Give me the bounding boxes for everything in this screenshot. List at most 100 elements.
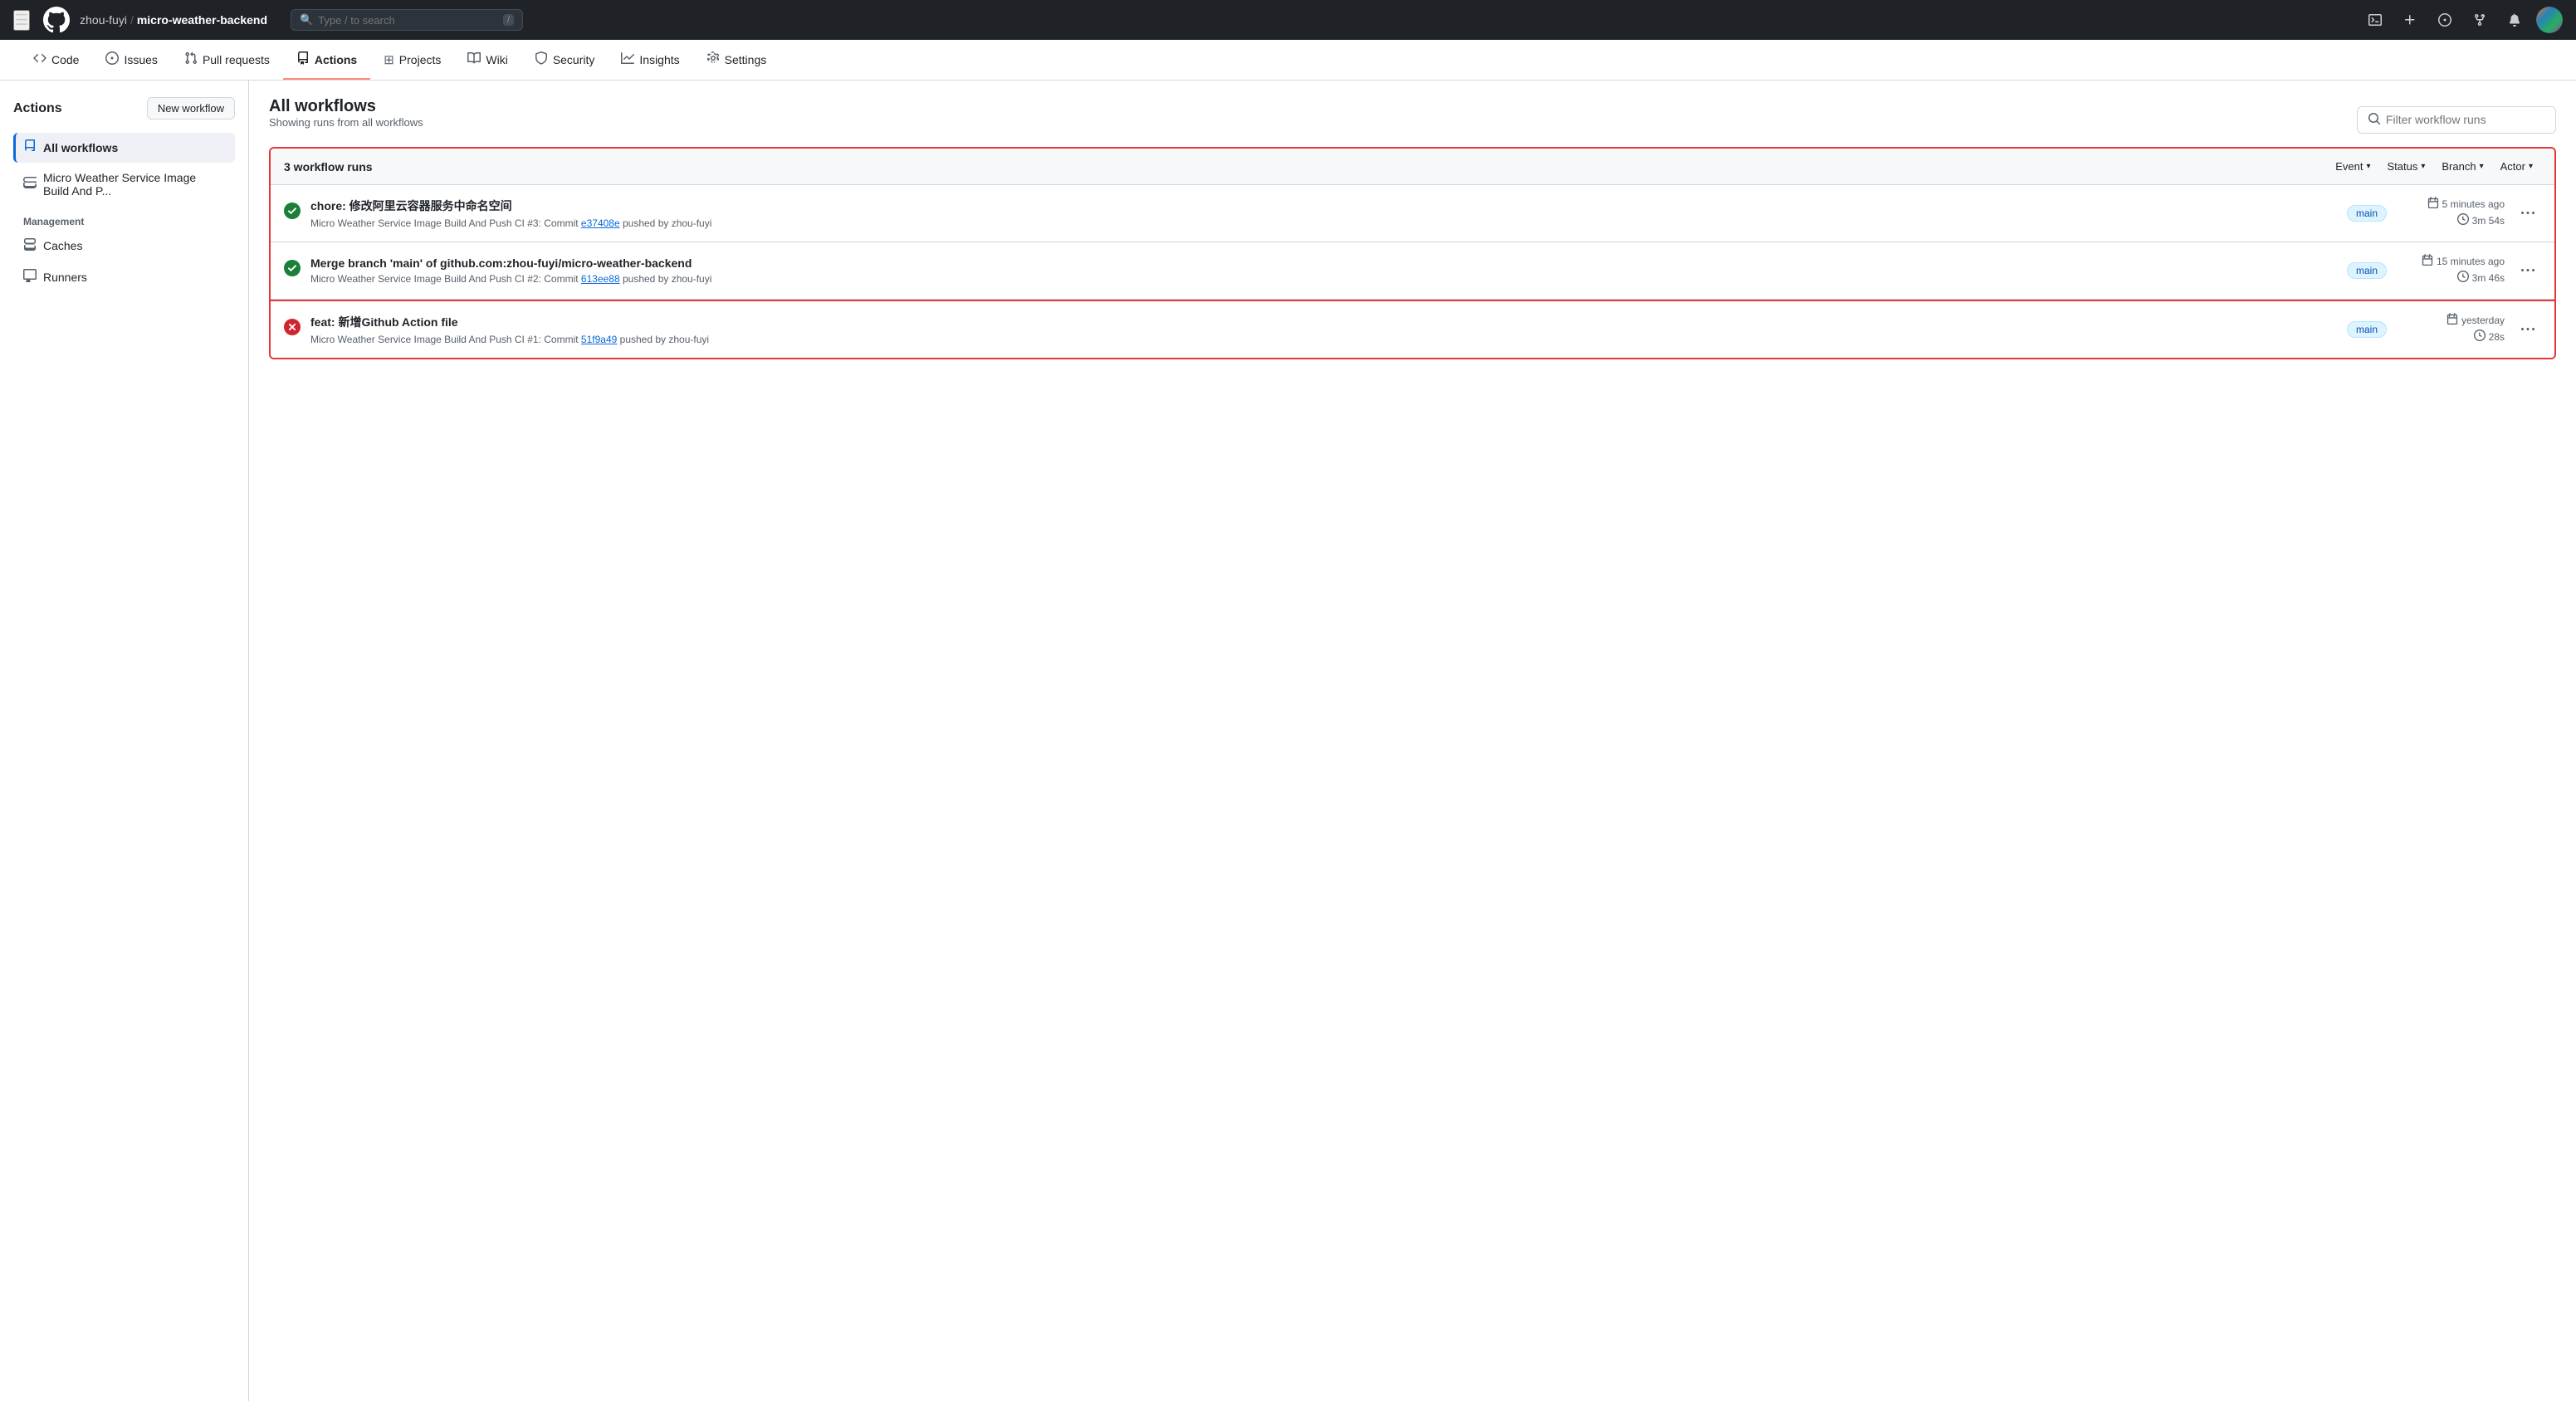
filter-event-button[interactable]: Event ▾ xyxy=(2327,157,2378,176)
breadcrumb-separator: / xyxy=(130,13,134,27)
hamburger-menu-button[interactable]: ☰ xyxy=(13,10,30,31)
insights-icon xyxy=(621,51,634,68)
run-subtitle: Micro Weather Service Image Build And Pu… xyxy=(310,334,2337,345)
run-subtitle-suffix: pushed by zhou-fuyi xyxy=(623,273,711,285)
security-icon xyxy=(535,51,548,68)
settings-icon xyxy=(706,51,720,68)
run-duration-text: 28s xyxy=(2489,331,2505,343)
run-duration: 3m 54s xyxy=(2397,213,2505,227)
calendar-icon xyxy=(2446,313,2458,327)
run-status-success-icon xyxy=(284,260,301,281)
run-subtitle-suffix: pushed by zhou-fuyi xyxy=(620,334,709,345)
showing-text: Showing runs from all workflows xyxy=(269,116,423,129)
run-duration: 3m 46s xyxy=(2397,271,2505,285)
branch-chevron-icon: ▾ xyxy=(2480,162,2484,171)
filter-actor-button[interactable]: Actor ▾ xyxy=(2492,157,2541,176)
run-title-text[interactable]: chore: 修改阿里云容器服务中命名空间 xyxy=(310,198,512,214)
filter-branch-label: Branch xyxy=(2442,160,2476,173)
issues-icon xyxy=(105,51,119,68)
run-meta: 5 minutes ago 3m 54s xyxy=(2397,197,2505,230)
table-row[interactable]: chore: 修改阿里云容器服务中命名空间 Micro Weather Serv… xyxy=(271,185,2554,242)
branch-badge: main xyxy=(2347,205,2387,222)
nav-item-pull-requests[interactable]: Pull requests xyxy=(171,40,283,80)
run-info: chore: 修改阿里云容器服务中命名空间 Micro Weather Serv… xyxy=(310,198,2337,229)
run-commit-link[interactable]: 51f9a49 xyxy=(581,334,617,345)
run-time-ago-text: 15 minutes ago xyxy=(2437,256,2505,267)
nav-item-code[interactable]: Code xyxy=(20,40,92,80)
pr-icon xyxy=(184,51,198,68)
nav-item-insights[interactable]: Insights xyxy=(608,40,692,80)
run-title-text[interactable]: Merge branch 'main' of github.com:zhou-f… xyxy=(310,256,692,270)
nav-item-settings[interactable]: Settings xyxy=(693,40,780,80)
search-icon: 🔍 xyxy=(300,13,313,27)
main-header: All workflows Showing runs from all work… xyxy=(269,97,2556,142)
sidebar-item-micro-weather[interactable]: Micro Weather Service Image Build And P.… xyxy=(13,164,235,204)
calendar-icon xyxy=(2427,197,2439,211)
top-nav-actions xyxy=(2362,7,2563,33)
wiki-icon xyxy=(467,51,481,68)
runners-icon xyxy=(23,269,37,286)
top-nav: ☰ zhou-fuyi / micro-weather-backend 🔍 / xyxy=(0,0,2576,40)
run-duration: 28s xyxy=(2397,330,2505,344)
run-subtitle-prefix: Micro Weather Service Image Build And Pu… xyxy=(310,273,579,285)
clock-icon xyxy=(2457,213,2469,227)
filter-branch-button[interactable]: Branch ▾ xyxy=(2433,157,2491,176)
nav-item-wiki[interactable]: Wiki xyxy=(454,40,521,80)
plus-icon-button[interactable] xyxy=(2397,7,2423,33)
filter-status-label: Status xyxy=(2388,160,2418,173)
new-workflow-button[interactable]: New workflow xyxy=(147,97,235,120)
avatar[interactable] xyxy=(2536,7,2563,33)
filter-search-box[interactable] xyxy=(2357,106,2556,134)
caches-label: Caches xyxy=(43,239,82,252)
filter-status-button[interactable]: Status ▾ xyxy=(2379,157,2434,176)
workflow-item-label: Micro Weather Service Image Build And P.… xyxy=(43,171,225,198)
main-content: All workflows Showing runs from all work… xyxy=(249,81,2576,1401)
nav-item-actions[interactable]: Actions xyxy=(283,40,370,80)
nav-item-security[interactable]: Security xyxy=(521,40,609,80)
sidebar-title: Actions xyxy=(13,101,62,116)
breadcrumb-repo[interactable]: micro-weather-backend xyxy=(137,13,267,27)
breadcrumb-user[interactable]: zhou-fuyi xyxy=(80,13,127,27)
sidebar-item-runners[interactable]: Runners xyxy=(13,262,235,292)
sidebar-item-all-workflows[interactable]: All workflows xyxy=(13,133,235,163)
workflow-header: 3 workflow runs Event ▾ Status ▾ Branch … xyxy=(271,149,2554,185)
run-info: feat: 新增Github Action file Micro Weather… xyxy=(310,314,2337,345)
layout: Actions New workflow All workflows Micro… xyxy=(0,81,2576,1401)
run-duration-text: 3m 54s xyxy=(2472,215,2505,227)
clock-icon xyxy=(2474,330,2486,344)
filter-actor-label: Actor xyxy=(2500,160,2525,173)
github-logo xyxy=(43,7,70,33)
notifications-button[interactable] xyxy=(2501,7,2528,33)
run-more-button[interactable] xyxy=(2515,320,2541,339)
code-icon xyxy=(33,51,46,68)
table-row[interactable]: feat: 新增Github Action file Micro Weather… xyxy=(271,300,2554,358)
workflow-runs-container: 3 workflow runs Event ▾ Status ▾ Branch … xyxy=(269,147,2556,359)
status-chevron-icon: ▾ xyxy=(2421,162,2425,171)
search-input[interactable] xyxy=(318,14,498,27)
run-title: chore: 修改阿里云容器服务中命名空间 xyxy=(310,198,2337,214)
terminal-icon-button[interactable] xyxy=(2362,7,2388,33)
all-workflows-icon xyxy=(23,139,37,156)
nav-item-projects[interactable]: ⊞ Projects xyxy=(370,41,454,79)
git-icon-button[interactable] xyxy=(2466,7,2493,33)
run-info: Merge branch 'main' of github.com:zhou-f… xyxy=(310,256,2337,285)
run-time-ago: 15 minutes ago xyxy=(2397,254,2505,268)
filter-search-input[interactable] xyxy=(2386,113,2545,126)
run-duration-text: 3m 46s xyxy=(2472,272,2505,284)
run-more-button[interactable] xyxy=(2515,203,2541,223)
run-subtitle-suffix: pushed by zhou-fuyi xyxy=(623,217,711,229)
table-row[interactable]: Merge branch 'main' of github.com:zhou-f… xyxy=(271,242,2554,300)
nav-item-issues[interactable]: Issues xyxy=(92,40,170,80)
event-chevron-icon: ▾ xyxy=(2366,162,2370,171)
run-commit-link[interactable]: e37408e xyxy=(581,217,620,229)
run-subtitle: Micro Weather Service Image Build And Pu… xyxy=(310,217,2337,229)
run-more-button[interactable] xyxy=(2515,261,2541,281)
global-search[interactable]: 🔍 / xyxy=(291,9,523,31)
run-commit-link[interactable]: 613ee88 xyxy=(581,273,620,285)
main-title-group: All workflows Showing runs from all work… xyxy=(269,97,423,142)
workflow-count: 3 workflow runs xyxy=(284,160,2327,173)
issue-icon-button[interactable] xyxy=(2432,7,2458,33)
run-time-ago-text: yesterday xyxy=(2461,315,2505,326)
sidebar-item-caches[interactable]: Caches xyxy=(13,231,235,261)
run-title-text[interactable]: feat: 新增Github Action file xyxy=(310,314,458,330)
